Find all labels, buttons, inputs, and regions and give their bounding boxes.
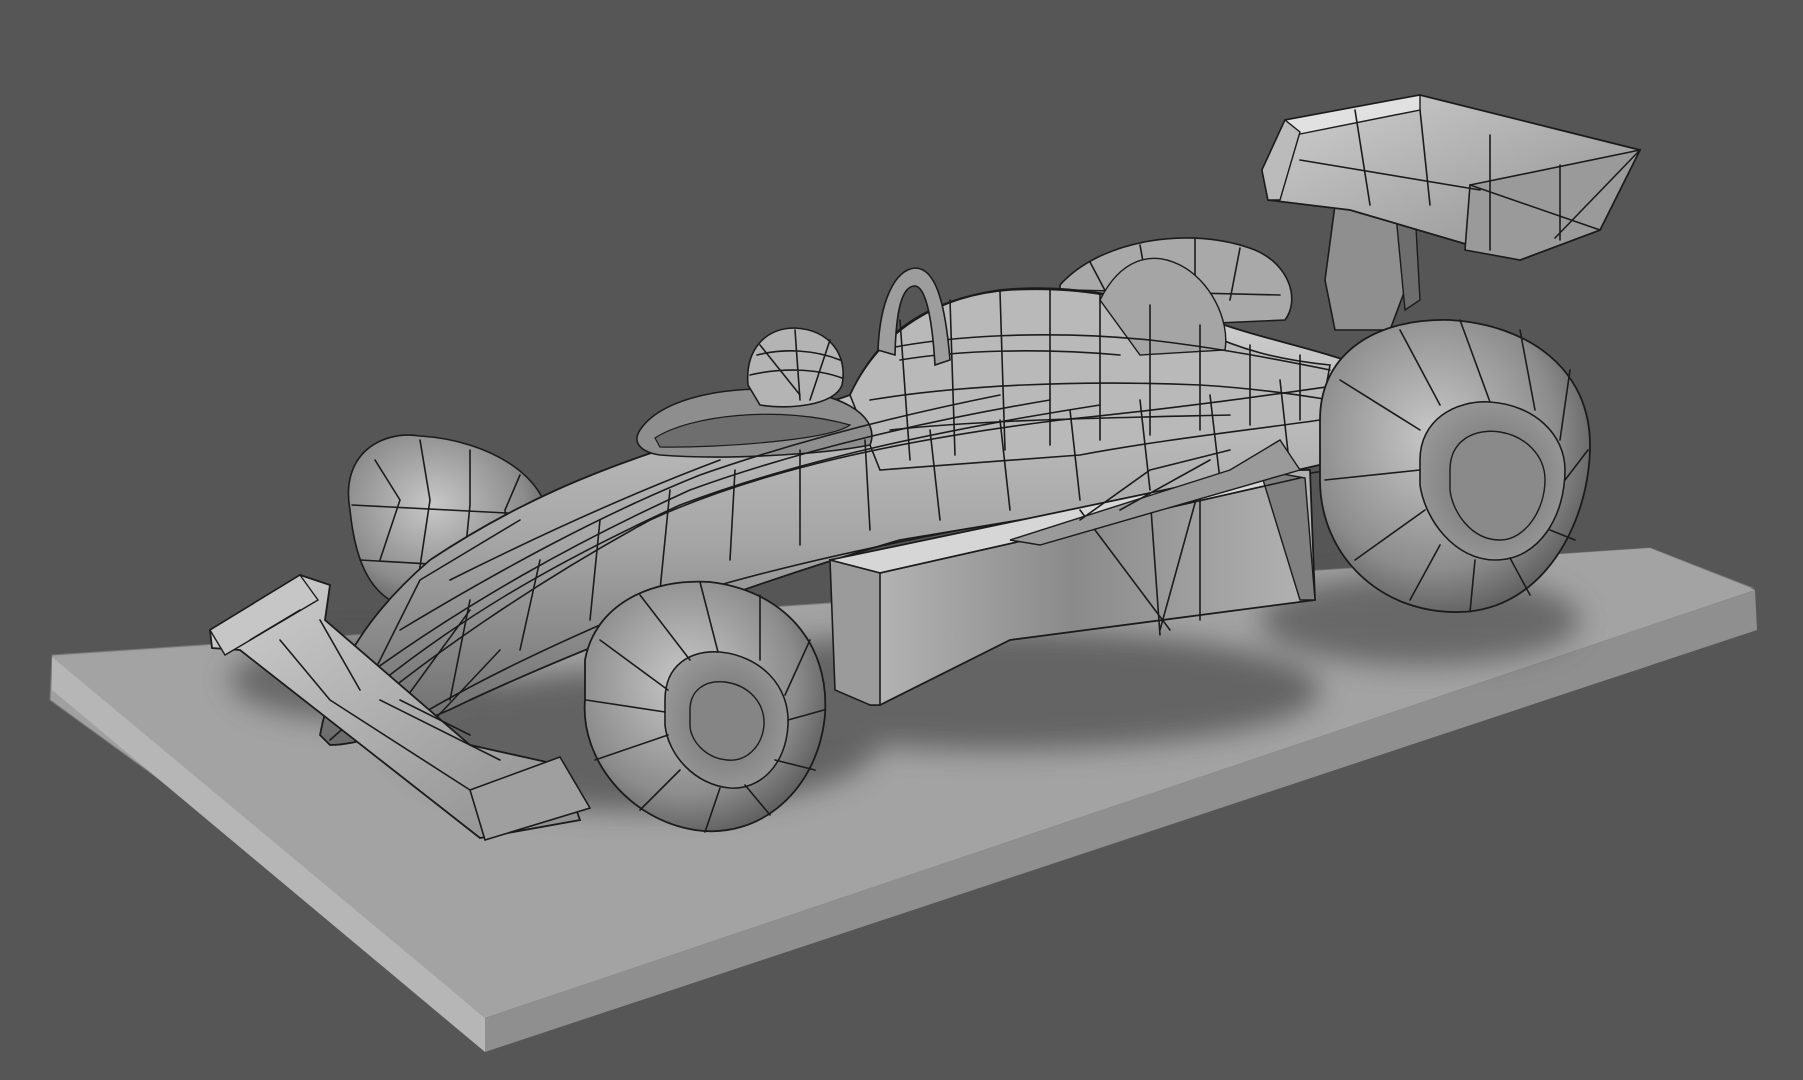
rear-wing[interactable] <box>1261 94 1642 331</box>
driver-helmet[interactable] <box>746 327 844 408</box>
model-render[interactable] <box>0 0 1803 1080</box>
viewport[interactable] <box>0 0 1803 1080</box>
